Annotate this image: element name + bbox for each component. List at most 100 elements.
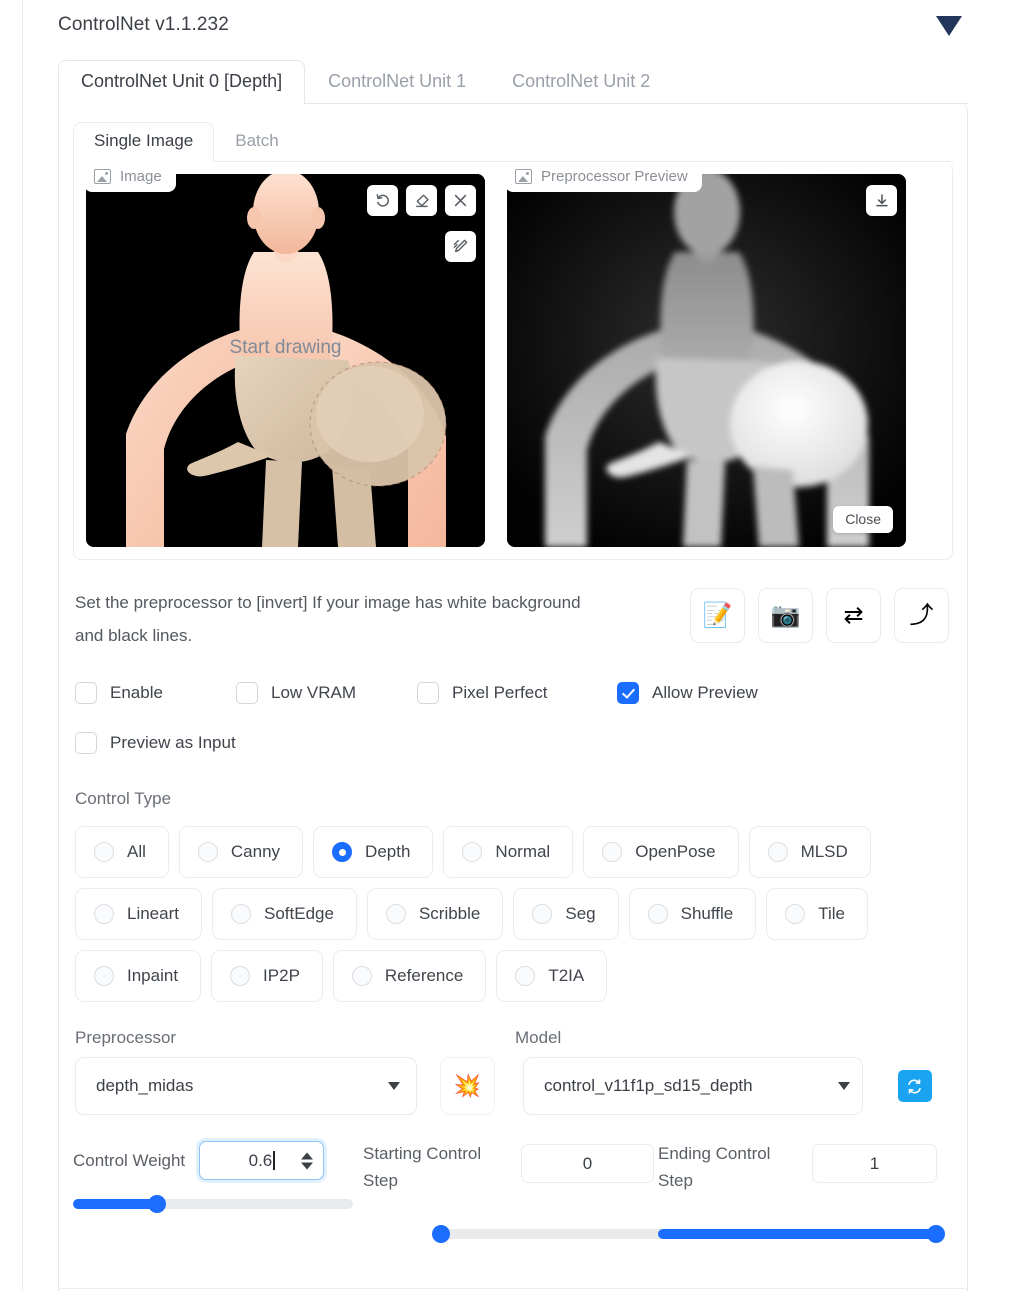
radio-shuffle[interactable] bbox=[647, 904, 668, 925]
control-type-canny[interactable]: Canny bbox=[178, 826, 304, 879]
control-type-lineart[interactable]: Lineart bbox=[75, 888, 202, 941]
control-type-normal[interactable]: Normal bbox=[443, 826, 574, 879]
radio-canny[interactable] bbox=[197, 842, 218, 863]
slider-thumb[interactable] bbox=[148, 1195, 166, 1214]
radio-inpaint[interactable] bbox=[94, 966, 114, 987]
control-weight-input[interactable]: 0.6 bbox=[199, 1141, 325, 1181]
input-image-badge: Image bbox=[84, 162, 176, 192]
brush-icon[interactable] bbox=[445, 231, 476, 262]
radio-ip2p[interactable] bbox=[230, 966, 251, 987]
preview-as-input-checkbox-box[interactable] bbox=[75, 732, 97, 755]
radio-scribble[interactable] bbox=[385, 904, 406, 925]
starting-control-step-input[interactable]: 0 bbox=[521, 1144, 654, 1184]
preprocessor-hint-text: Set the preprocessor to [invert] If your… bbox=[75, 593, 581, 646]
control-type-openpose[interactable]: OpenPose bbox=[583, 826, 739, 879]
checkbox-enable-label: Enable bbox=[110, 683, 163, 703]
control-weight-slider[interactable] bbox=[73, 1195, 353, 1214]
radio-all[interactable] bbox=[94, 842, 114, 863]
control-type-mlsd[interactable]: MLSD bbox=[748, 826, 871, 879]
pixel-perfect-checkbox-box[interactable] bbox=[417, 682, 439, 705]
checkbox-pixel-perfect[interactable]: Pixel Perfect bbox=[417, 682, 617, 705]
checkbox-low-vram[interactable]: Low VRAM bbox=[236, 682, 417, 705]
mirror-webcam-button[interactable]: ⇄ bbox=[826, 588, 881, 643]
checkbox-enable[interactable]: Enable bbox=[75, 682, 236, 705]
caret-down-icon[interactable] bbox=[936, 16, 962, 36]
control-type-inpaint-label: Inpaint bbox=[127, 966, 179, 986]
model-dropdown[interactable]: control_v11f1p_sd15_depth bbox=[523, 1057, 863, 1116]
preprocessor-preview-pane[interactable]: Preprocessor Preview Close bbox=[505, 162, 906, 547]
tab-controlnet-unit-0[interactable]: ControlNet Unit 0 [Depth] bbox=[58, 60, 306, 105]
control-type-canny-label: Canny bbox=[230, 842, 281, 862]
preprocessor-dropdown[interactable]: depth_midas bbox=[75, 1057, 417, 1116]
control-type-reference-label: Reference bbox=[384, 966, 464, 986]
slider-fill bbox=[73, 1199, 157, 1210]
radio-depth[interactable] bbox=[332, 842, 353, 863]
control-type-scribble[interactable]: Scribble bbox=[366, 888, 504, 941]
control-type-all[interactable]: All bbox=[75, 826, 169, 879]
control-type-shuffle[interactable]: Shuffle bbox=[628, 888, 757, 941]
radio-seg[interactable] bbox=[532, 904, 553, 925]
eraser-icon[interactable] bbox=[406, 185, 437, 216]
checkbox-preview-as-input-label: Preview as Input bbox=[110, 733, 236, 753]
image-toolbar bbox=[367, 185, 476, 216]
run-preprocessor-button[interactable]: 💥 bbox=[440, 1057, 495, 1116]
checkbox-allow-preview[interactable]: Allow Preview bbox=[617, 682, 758, 705]
low-vram-checkbox-box[interactable] bbox=[236, 682, 258, 705]
preprocessor-label: Preprocessor bbox=[75, 1028, 177, 1048]
control-type-tile[interactable]: Tile bbox=[766, 888, 868, 941]
control-type-inpaint[interactable]: Inpaint bbox=[75, 950, 202, 1003]
refresh-models-button[interactable] bbox=[887, 1057, 942, 1116]
radio-lineart[interactable] bbox=[94, 904, 114, 925]
preprocessor-preview-canvas bbox=[507, 174, 906, 547]
checkbox-preview-as-input[interactable]: Preview as Input bbox=[75, 732, 236, 755]
input-image-pane[interactable]: Start drawing Image bbox=[84, 162, 485, 547]
control-type-ip2p[interactable]: IP2P bbox=[211, 950, 323, 1003]
image-panes: Start drawing Image Preprocessor Preview… bbox=[73, 162, 953, 560]
radio-tile[interactable] bbox=[785, 904, 806, 925]
control-weight-stepper[interactable] bbox=[301, 1152, 314, 1170]
image-icon bbox=[94, 169, 111, 184]
radio-normal[interactable] bbox=[462, 842, 483, 863]
radio-reference[interactable] bbox=[351, 966, 372, 987]
download-icon[interactable] bbox=[866, 185, 897, 216]
ending-control-step-input[interactable]: 1 bbox=[812, 1144, 937, 1184]
preprocessor-model-labels: Preprocessor Model bbox=[73, 1028, 953, 1048]
refresh-icon bbox=[897, 1070, 932, 1103]
starting-control-step-label: Starting Control Step bbox=[363, 1144, 482, 1190]
control-type-softedge[interactable]: SoftEdge bbox=[211, 888, 357, 941]
slider-thumb[interactable] bbox=[432, 1225, 450, 1244]
ending-control-step-slider[interactable] bbox=[658, 1225, 945, 1244]
slider-fill bbox=[658, 1229, 936, 1240]
tab-single-image[interactable]: Single Image bbox=[73, 122, 215, 163]
allow-preview-checkbox-box[interactable] bbox=[617, 682, 639, 705]
control-type-depth[interactable]: Depth bbox=[313, 826, 434, 879]
depth-map-image bbox=[507, 174, 906, 547]
open-new-canvas-button[interactable]: 📝 bbox=[690, 588, 745, 643]
input-image-canvas[interactable]: Start drawing bbox=[86, 174, 485, 547]
tab-controlnet-unit-1[interactable]: ControlNet Unit 1 bbox=[305, 60, 489, 104]
send-dimensions-button[interactable]: ⤴ bbox=[894, 588, 949, 643]
close-preview-button[interactable]: Close bbox=[833, 506, 893, 533]
starting-control-step-group: Starting Control Step 0 bbox=[363, 1141, 719, 1244]
close-icon[interactable] bbox=[445, 185, 476, 216]
webcam-button[interactable]: 📷 bbox=[758, 588, 813, 643]
control-type-tile-label: Tile bbox=[818, 904, 845, 924]
input-image-badge-label: Image bbox=[120, 168, 162, 185]
control-type-softedge-label: SoftEdge bbox=[263, 904, 334, 924]
stepper-down-icon[interactable] bbox=[301, 1162, 314, 1170]
radio-mlsd[interactable] bbox=[767, 842, 788, 863]
radio-t2ia[interactable] bbox=[515, 966, 536, 987]
control-type-seg[interactable]: Seg bbox=[513, 888, 619, 941]
stepper-up-icon[interactable] bbox=[301, 1152, 314, 1160]
tab-batch[interactable]: Batch bbox=[214, 122, 299, 162]
control-type-reference[interactable]: Reference bbox=[332, 950, 487, 1003]
enable-checkbox-box[interactable] bbox=[75, 682, 97, 705]
slider-thumb[interactable] bbox=[927, 1225, 945, 1244]
radio-softedge[interactable] bbox=[230, 904, 251, 925]
radio-openpose[interactable] bbox=[602, 842, 623, 863]
control-type-t2ia[interactable]: T2IA bbox=[496, 950, 608, 1003]
chevron-down-icon bbox=[388, 1082, 400, 1091]
unit-tabs: ControlNet Unit 0 [Depth] ControlNet Uni… bbox=[58, 58, 968, 105]
tab-controlnet-unit-2[interactable]: ControlNet Unit 2 bbox=[489, 60, 673, 104]
undo-icon[interactable] bbox=[367, 185, 398, 216]
